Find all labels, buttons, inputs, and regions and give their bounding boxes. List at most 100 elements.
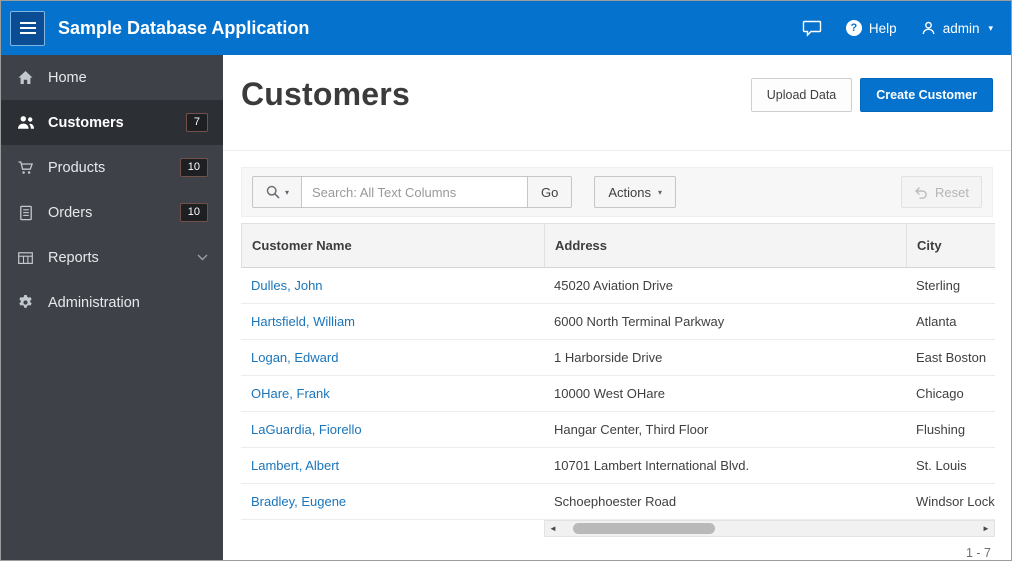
pagination-label: 1 - 7 [965,546,991,560]
sidebar-item-label: Orders [48,204,93,221]
scroll-right-arrow[interactable]: ► [978,524,994,533]
customer-name-cell: LaGuardia, Fiorello [241,422,544,437]
city-cell: Flushing [916,422,966,437]
city-cell: Sterling [916,278,961,293]
table-row: OHare, Frank 10000 West OHare Chicago [241,376,995,412]
upload-data-button[interactable]: Upload Data [750,77,853,112]
table-row: Logan, Edward 1 Harborside Drive East Bo… [241,340,995,376]
customer-name-link[interactable]: Logan, Edward [251,350,338,365]
sidebar-item-label: Customers [48,114,124,131]
menu-button[interactable] [10,10,45,46]
scrollbar-thumb[interactable] [573,523,715,534]
column-header-customer-name[interactable]: Customer Name [242,224,545,267]
count-badge: 7 [185,112,208,133]
address-cell: 10000 West OHare [554,386,666,401]
user-menu[interactable]: admin ▾ [921,21,993,36]
address-cell: Hangar Center, Third Floor [554,422,709,437]
customer-name-cell: Dulles, John [241,278,544,293]
horizontal-scrollbar: ◄ ► [544,520,995,537]
city-cell: St. Louis [916,458,967,473]
page-header-buttons: Upload Data Create Customer [750,77,993,112]
customer-name-cell: Hartsfield, William [241,314,544,329]
user-label: admin [942,20,980,36]
app-header: Sample Database Application ? Help admin… [1,1,1011,55]
table-row: LaGuardia, Fiorello Hangar Center, Third… [241,412,995,448]
count-badge: 10 [179,157,208,178]
table-row: Hartsfield, William 6000 North Terminal … [241,304,995,340]
customers-icon [16,115,35,130]
report-grid: Customer Name Address City Dulles, John … [241,223,995,537]
chat-icon [802,20,822,37]
column-header-city[interactable]: City [907,224,995,267]
help-icon: ? [845,20,862,36]
customer-name-cell: Bradley, Eugene [241,494,544,509]
chevron-down-icon [197,254,208,261]
help-label: Help [868,20,897,36]
page-title: Customers [241,76,410,112]
reset-button[interactable]: Reset [901,176,982,208]
header-actions: ? Help admin ▾ [802,20,993,37]
caret-down-icon: ▾ [988,22,993,33]
sidebar-item-label: Home [48,69,87,86]
sidebar-item-reports[interactable]: Reports [1,235,223,280]
scroll-left-arrow[interactable]: ◄ [545,524,561,533]
customer-name-cell: Lambert, Albert [241,458,544,473]
reset-label: Reset [935,184,969,200]
customer-name-link[interactable]: Dulles, John [251,278,323,293]
sidebar-item-products[interactable]: Products 10 [1,145,223,190]
search-options-button[interactable]: ▾ [252,176,302,208]
app-window: Sample Database Application ? Help admin… [0,0,1012,561]
gear-icon [16,294,35,311]
table-row: Bradley, Eugene Schoephoester Road Winds… [241,484,995,520]
city-cell: East Boston [916,350,987,365]
reset-icon [914,186,928,199]
customer-name-link[interactable]: Bradley, Eugene [251,494,346,509]
sidebar-item-label: Reports [48,249,99,266]
home-icon [16,70,35,86]
sidebar-item-customers[interactable]: Customers 7 [1,100,223,145]
help-button[interactable]: ? Help [845,20,897,36]
report-toolbar: ▾ Go Actions ▾ Reset [241,167,993,217]
city-cell: Atlanta [916,314,957,329]
caret-down-icon: ▾ [284,187,289,197]
chat-button[interactable] [802,20,822,37]
count-badge: 10 [179,202,208,223]
main-content: Customers Upload Data Create Customer ▾ … [223,55,1011,560]
city-cell: Chicago [916,386,964,401]
interactive-report: ▾ Go Actions ▾ Reset Custo [241,167,995,560]
create-customer-button[interactable]: Create Customer [860,77,993,112]
cart-icon [16,160,35,175]
reports-icon [16,250,35,266]
customer-name-link[interactable]: Hartsfield, William [251,314,355,329]
sidebar-item-administration[interactable]: Administration [1,280,223,325]
scrollbar-track[interactable] [561,521,978,536]
customer-name-link[interactable]: LaGuardia, Fiorello [251,422,362,437]
address-cell: 10701 Lambert International Blvd. [554,458,750,473]
customer-name-link[interactable]: Lambert, Albert [251,458,339,473]
sidebar-item-label: Administration [48,294,140,311]
caret-down-icon: ▾ [657,187,662,197]
search-input[interactable] [302,176,528,208]
table-row: Dulles, John 45020 Aviation Drive Sterli… [241,268,995,304]
sidebar: Home Customers 7 Products 10 Orders 10 R… [1,55,223,560]
user-icon [921,21,936,35]
go-button[interactable]: Go [527,176,573,208]
app-title: Sample Database Application [58,17,310,38]
address-cell: 45020 Aviation Drive [554,278,674,293]
report-grid-inner: Customer Name Address City Dulles, John … [241,223,995,520]
actions-button[interactable]: Actions ▾ [594,176,676,208]
customer-name-cell: OHare, Frank [241,386,544,401]
table-header-row: Customer Name Address City [241,223,995,268]
address-cell: 1 Harborside Drive [554,350,663,365]
orders-icon [16,205,35,221]
column-header-address[interactable]: Address [545,224,907,267]
search-icon [265,184,281,200]
city-cell: Windsor Locks [916,494,995,509]
customer-name-link[interactable]: OHare, Frank [251,386,330,401]
table-row: Lambert, Albert 10701 Lambert Internatio… [241,448,995,484]
page-header: Customers Upload Data Create Customer [223,55,1011,151]
customer-name-cell: Logan, Edward [241,350,544,365]
sidebar-item-home[interactable]: Home [1,55,223,100]
sidebar-item-orders[interactable]: Orders 10 [1,190,223,235]
sidebar-item-label: Products [48,159,106,176]
